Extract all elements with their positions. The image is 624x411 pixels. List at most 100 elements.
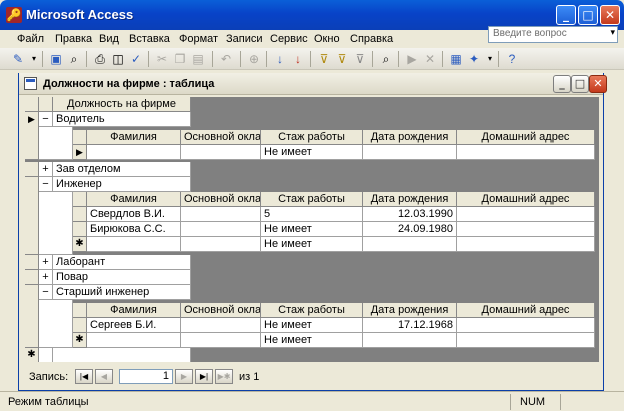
sub-record-selector[interactable] [73, 318, 87, 333]
address-cell[interactable] [457, 207, 595, 222]
help-search-input[interactable]: Введите вопрос ▾ [488, 26, 618, 43]
column-header[interactable]: Дата рождения [363, 192, 457, 207]
address-cell[interactable] [457, 237, 595, 252]
address-cell[interactable] [457, 145, 595, 160]
collapse-button[interactable]: − [39, 285, 53, 300]
column-header[interactable]: Фамилия [87, 303, 181, 318]
birthdate-cell[interactable] [363, 145, 457, 160]
help-icon[interactable]: ? [504, 51, 520, 67]
birthdate-cell[interactable]: 12.03.1990 [363, 207, 457, 222]
position-cell[interactable]: Повар [53, 270, 191, 285]
filter-by-form-icon[interactable]: ⊽ [334, 51, 350, 67]
birthdate-cell[interactable]: 24.09.1980 [363, 222, 457, 237]
minimize-button[interactable]: _ [556, 5, 576, 25]
sub-select-all[interactable] [73, 192, 87, 207]
print-icon[interactable]: ⎙ [92, 51, 108, 67]
surname-cell[interactable]: Бирюкова С.С. [87, 222, 181, 237]
column-header[interactable]: Основной окла [181, 192, 261, 207]
column-header[interactable]: Домашний адрес [457, 130, 595, 145]
first-record-button[interactable]: |◀ [75, 369, 93, 384]
collapse-button[interactable]: − [39, 112, 53, 127]
position-cell[interactable]: Водитель [53, 112, 191, 127]
new-record-button[interactable]: ▶✱ [215, 369, 233, 384]
record-selector[interactable] [25, 162, 39, 177]
find-icon[interactable]: ⌕ [378, 51, 394, 67]
position-cell[interactable]: Лаборант [53, 255, 191, 270]
position-cell[interactable]: Инженер [53, 177, 191, 192]
new-record-icon[interactable]: ✱ [25, 348, 39, 362]
salary-cell[interactable] [181, 145, 261, 160]
new-record-icon[interactable]: ▶ [404, 51, 420, 67]
menu-window[interactable]: Окно [314, 33, 340, 45]
doc-maximize-button[interactable]: □ [571, 75, 589, 93]
menu-file[interactable]: Файл [17, 33, 44, 45]
current-record-input[interactable]: 1 [119, 369, 173, 384]
chevron-down-icon[interactable]: ▾ [610, 27, 615, 38]
expand-button[interactable]: + [39, 255, 53, 270]
view-design-icon[interactable]: ✎ [10, 51, 26, 67]
record-selector[interactable] [25, 270, 39, 285]
sort-descending-icon[interactable]: ↓ [290, 51, 306, 67]
column-header[interactable]: Домашний адрес [457, 303, 595, 318]
hyperlink-icon[interactable]: ⊕ [246, 51, 262, 67]
database-window-icon[interactable]: ▦ [448, 51, 464, 67]
expand-button[interactable]: + [39, 162, 53, 177]
menu-insert[interactable]: Вставка [129, 33, 170, 45]
menu-help[interactable]: Справка [350, 33, 393, 45]
maximize-button[interactable]: □ [578, 5, 598, 25]
menu-tools[interactable]: Сервис [270, 33, 308, 45]
column-header[interactable]: Дата рождения [363, 130, 457, 145]
new-object-dropdown-icon[interactable]: ▾ [482, 51, 498, 67]
new-object-icon[interactable]: ✦ [466, 51, 482, 67]
doc-close-button[interactable]: ✕ [589, 75, 607, 93]
position-cell-new[interactable] [53, 348, 191, 362]
next-record-button[interactable]: ▶ [175, 369, 193, 384]
sub-record-selector[interactable] [73, 222, 87, 237]
save-icon[interactable]: ▣ [48, 51, 64, 67]
doc-minimize-button[interactable]: _ [553, 75, 571, 93]
surname-cell[interactable] [87, 145, 181, 160]
menu-view[interactable]: Вид [99, 33, 119, 45]
record-selector[interactable] [25, 285, 39, 348]
copy-icon[interactable]: ❐ [172, 51, 188, 67]
column-header[interactable]: Стаж работы [261, 192, 363, 207]
expand-button[interactable]: + [39, 270, 53, 285]
cut-icon[interactable]: ✂ [154, 51, 170, 67]
record-selector[interactable] [25, 177, 39, 255]
filter-by-selection-icon[interactable]: ⊽ [316, 51, 332, 67]
experience-cell[interactable]: 5 [261, 207, 363, 222]
sub-select-all[interactable] [73, 303, 87, 318]
record-selector[interactable]: ▶ [25, 112, 39, 160]
column-header[interactable]: Дата рождения [363, 303, 457, 318]
column-header[interactable]: Основной окла [181, 303, 261, 318]
sort-ascending-icon[interactable]: ↓ [272, 51, 288, 67]
menu-edit[interactable]: Правка [55, 33, 92, 45]
column-header[interactable]: Стаж работы [261, 303, 363, 318]
apply-filter-icon[interactable]: ⊽ [352, 51, 368, 67]
salary-cell[interactable] [181, 318, 261, 333]
close-button[interactable]: ✕ [600, 5, 620, 25]
surname-cell[interactable]: Свердлов В.И. [87, 207, 181, 222]
paste-icon[interactable]: ▤ [190, 51, 206, 67]
menu-records[interactable]: Записи [226, 33, 263, 45]
record-selector[interactable] [25, 255, 39, 270]
collapse-button[interactable]: − [39, 177, 53, 192]
surname-cell[interactable]: Сергеев Б.И. [87, 318, 181, 333]
salary-cell[interactable] [181, 207, 261, 222]
column-header[interactable]: Фамилия [87, 192, 181, 207]
experience-cell[interactable]: Не имеет [261, 237, 363, 252]
position-cell[interactable]: Старший инженер [53, 285, 191, 300]
column-header[interactable]: Домашний адрес [457, 192, 595, 207]
sub-record-selector[interactable]: ▶ [73, 145, 87, 160]
column-header[interactable]: Фамилия [87, 130, 181, 145]
new-record-icon[interactable]: ✱ [73, 237, 87, 252]
search-file-icon[interactable]: ⌕ [66, 51, 82, 67]
salary-cell[interactable] [181, 237, 261, 252]
experience-cell[interactable]: Не имеет [261, 318, 363, 333]
birthdate-cell[interactable] [363, 237, 457, 252]
last-record-button[interactable]: ▶| [195, 369, 213, 384]
column-header[interactable]: Основной окла [181, 130, 261, 145]
surname-cell[interactable] [87, 333, 181, 348]
delete-record-icon[interactable]: ✕ [422, 51, 438, 67]
experience-cell[interactable]: Не имеет [261, 333, 363, 348]
